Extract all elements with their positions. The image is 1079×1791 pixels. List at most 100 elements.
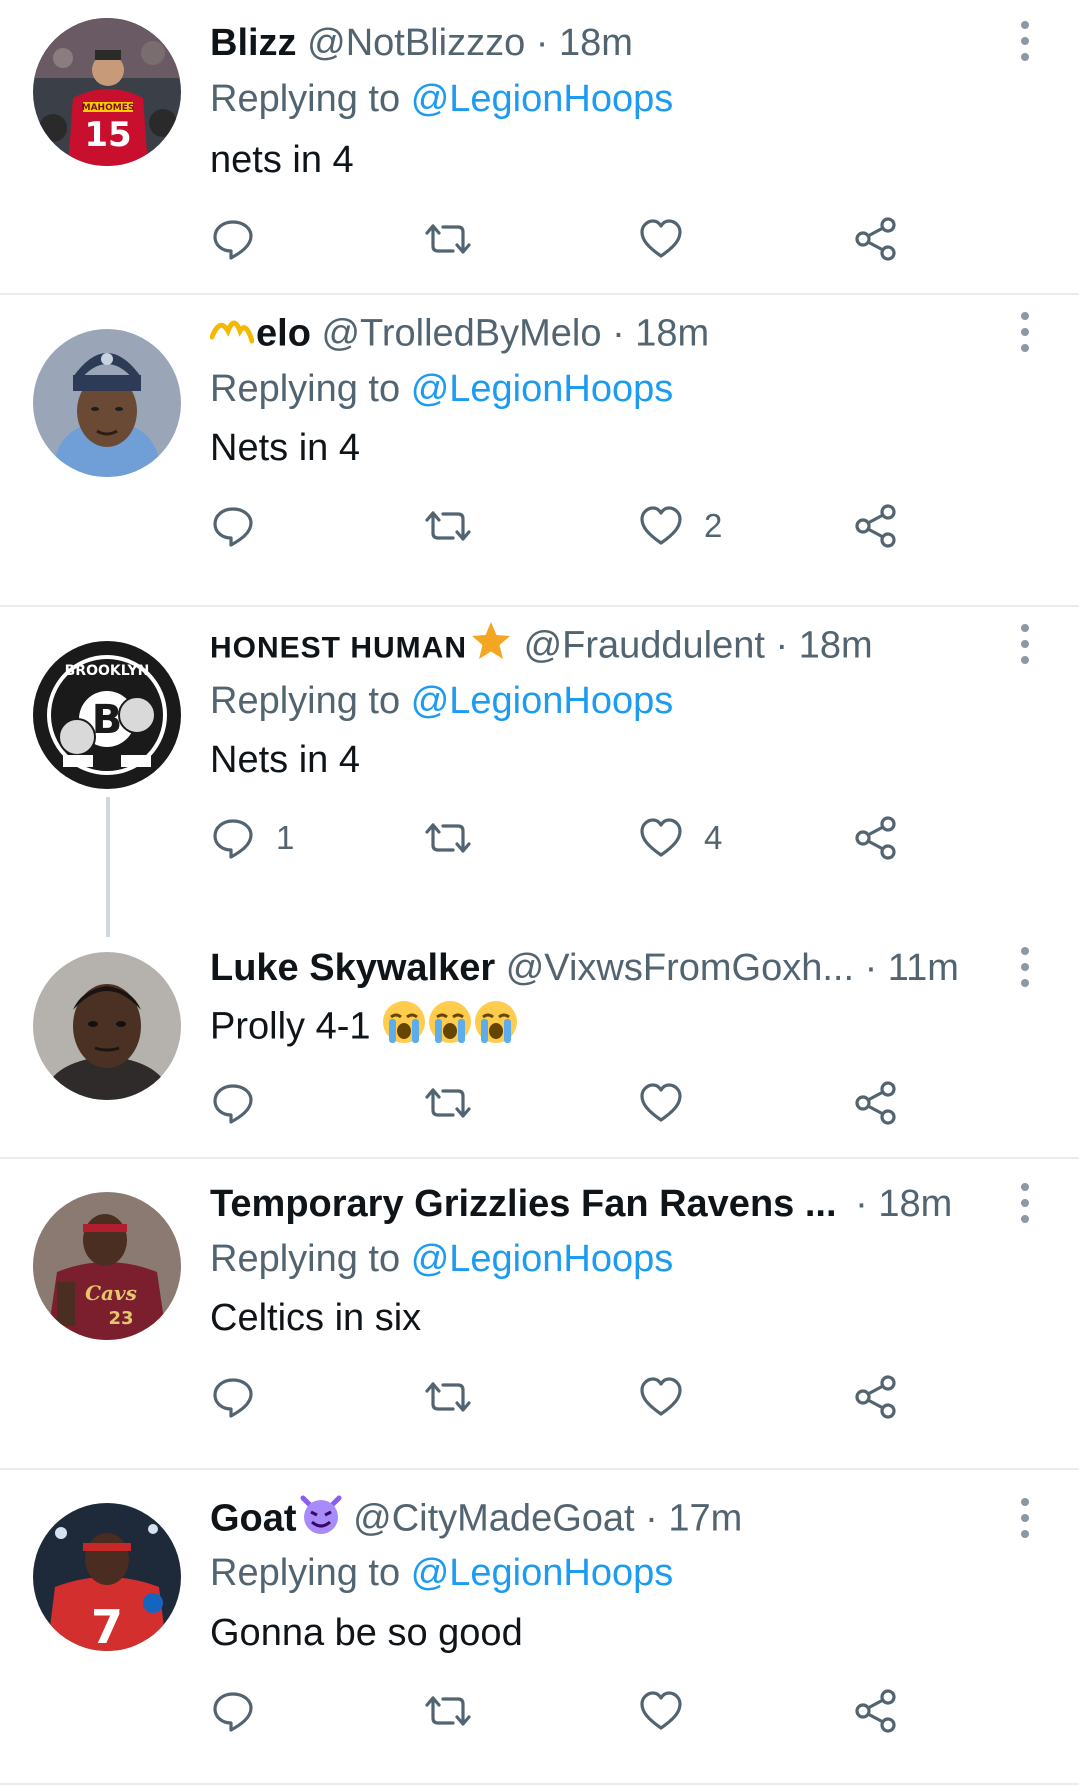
svg-text:Cavs: Cavs — [85, 1281, 137, 1305]
melo-m-logo — [209, 307, 255, 364]
tweet-header: Luke Skywalker @VixwsFromGoxh... · 11m — [210, 943, 1079, 993]
retweet-button[interactable] — [423, 1686, 473, 1736]
more-options-icon[interactable] — [1010, 1496, 1040, 1540]
display-name[interactable]: Goat — [210, 1498, 297, 1540]
tweet[interactable]: 7 Goat @CityMadeGoat · 17m Replying to @… — [0, 1470, 1079, 1791]
share-icon — [853, 1374, 899, 1420]
retweet-button[interactable] — [423, 214, 473, 264]
like-button[interactable]: 4 — [638, 813, 722, 863]
tweet[interactable]: elo @TrolledByMelo · 18m Replying to @Le… — [0, 295, 1079, 607]
reply-count: 1 — [276, 819, 295, 856]
reply-icon — [210, 1080, 256, 1126]
timestamp[interactable]: 18m — [878, 1183, 952, 1225]
star-emoji — [469, 619, 513, 676]
heart-icon — [638, 1080, 684, 1126]
like-button[interactable] — [638, 1372, 684, 1422]
avatar[interactable]: 7 — [33, 1503, 181, 1651]
more-options-icon[interactable] — [1010, 310, 1040, 354]
reply-button[interactable] — [210, 1686, 256, 1736]
user-handle[interactable]: @NotBlizzzo — [307, 22, 525, 64]
timestamp[interactable]: 18m — [799, 625, 873, 667]
reply-button[interactable] — [210, 1372, 256, 1422]
retweet-button[interactable] — [423, 813, 473, 863]
like-button[interactable] — [638, 1686, 684, 1736]
more-options-icon[interactable] — [1010, 19, 1040, 63]
reply-button[interactable] — [210, 501, 256, 551]
avatar[interactable]: MAHOMES 15 — [33, 18, 181, 166]
svg-text:MAHOMES: MAHOMES — [82, 103, 135, 113]
user-handle[interactable]: @CityMadeGoat — [353, 1498, 634, 1540]
user-handle[interactable]: @VixwsFromGoxh... — [506, 947, 854, 989]
tweet[interactable]: Cavs 23 Temporary Grizzlies Fan Ravens .… — [0, 1159, 1079, 1470]
replying-to: Replying to @LegionHoops — [210, 1234, 673, 1284]
display-name[interactable]: Temporary Grizzlies Fan Ravens ... — [210, 1183, 837, 1225]
mention-link[interactable]: @LegionHoops — [411, 368, 674, 410]
share-button[interactable] — [853, 214, 899, 264]
mention-link[interactable]: @LegionHoops — [411, 680, 674, 722]
timestamp[interactable]: 18m — [635, 313, 709, 355]
retweet-icon — [423, 815, 473, 861]
avatar[interactable] — [33, 952, 181, 1100]
reply-button[interactable] — [210, 1078, 256, 1128]
like-count: 4 — [704, 819, 723, 856]
user-handle[interactable]: @TrolledByMelo — [321, 313, 601, 355]
timestamp[interactable]: 18m — [559, 22, 633, 64]
mention-link[interactable]: @LegionHoops — [411, 78, 674, 120]
smiling-imp-emoji — [299, 1492, 343, 1549]
share-icon — [853, 1080, 899, 1126]
display-name[interactable]: Luke Skywalker — [210, 947, 495, 989]
share-button[interactable] — [853, 501, 899, 551]
share-icon — [853, 216, 899, 262]
more-options-icon[interactable] — [1010, 1181, 1040, 1225]
reply-icon — [210, 1374, 256, 1420]
loudly-crying-face-emoji — [427, 999, 473, 1058]
replying-to-label: Replying to — [210, 680, 401, 722]
retweet-button[interactable] — [423, 1372, 473, 1422]
replying-to: Replying to @LegionHoops — [210, 364, 673, 414]
retweet-button[interactable] — [423, 1078, 473, 1128]
avatar[interactable]: BROOKLYN B — [33, 641, 181, 789]
share-button[interactable] — [853, 1078, 899, 1128]
display-name[interactable]: elo — [256, 313, 311, 355]
more-options-icon[interactable] — [1010, 945, 1040, 989]
tweet[interactable]: MAHOMES 15 Blizz @NotBlizzzo · 18m Reply… — [0, 0, 1079, 295]
replying-to-label: Replying to — [210, 368, 401, 410]
svg-text:7: 7 — [91, 1600, 123, 1651]
avatar-football-photo: 7 — [33, 1503, 181, 1651]
separator-dot: · — [864, 947, 878, 989]
share-button[interactable] — [853, 813, 899, 863]
avatar[interactable]: Cavs 23 — [33, 1192, 181, 1340]
retweet-icon — [423, 216, 473, 262]
mention-link[interactable]: @LegionHoops — [411, 1552, 674, 1594]
tweet-text: Nets in 4 — [210, 739, 360, 781]
reply-button[interactable]: 1 — [210, 813, 294, 863]
svg-text:B: B — [92, 697, 123, 743]
more-options-icon[interactable] — [1010, 622, 1040, 666]
avatar-mahomes-photo: MAHOMES 15 — [33, 18, 181, 166]
display-name[interactable]: Blizz — [210, 22, 297, 64]
share-button[interactable] — [853, 1686, 899, 1736]
like-button[interactable]: 2 — [638, 501, 722, 551]
like-button[interactable] — [638, 214, 684, 264]
divider — [0, 1783, 1079, 1785]
svg-text:BROOKLYN: BROOKLYN — [65, 663, 150, 679]
retweet-button[interactable] — [423, 501, 473, 551]
timestamp[interactable]: 11m — [888, 947, 959, 989]
tweet[interactable]: BROOKLYN B HONEST HUMAN @Frauddulent · 1… — [0, 607, 1079, 937]
reply-button[interactable] — [210, 214, 256, 264]
tweet-header: elo @TrolledByMelo · 18m — [209, 307, 1079, 357]
avatar[interactable] — [33, 329, 181, 477]
share-icon — [853, 815, 899, 861]
heart-icon — [638, 1374, 684, 1420]
mention-link[interactable]: @LegionHoops — [411, 1238, 674, 1280]
tweet[interactable]: Luke Skywalker @VixwsFromGoxh... · 11m P… — [0, 927, 1079, 1159]
user-handle[interactable]: @Frauddulent — [524, 625, 765, 667]
like-count: 2 — [704, 507, 723, 544]
display-name[interactable]: HONEST HUMAN — [210, 632, 467, 665]
replying-to-label: Replying to — [210, 1552, 401, 1594]
reply-icon — [210, 503, 256, 549]
heart-icon — [638, 216, 684, 262]
share-button[interactable] — [853, 1372, 899, 1422]
like-button[interactable] — [638, 1078, 684, 1128]
timestamp[interactable]: 17m — [668, 1498, 742, 1540]
